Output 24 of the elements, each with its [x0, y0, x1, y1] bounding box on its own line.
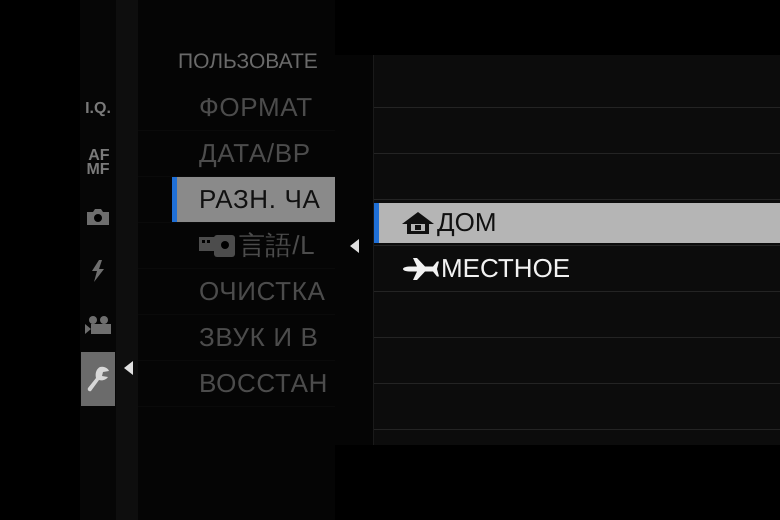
speech-bubbles-icon [199, 234, 235, 256]
category-tab[interactable]: AF MF [81, 136, 115, 190]
category-label: I.Q. [85, 102, 111, 116]
flash-icon [91, 260, 105, 282]
house-icon [401, 210, 435, 234]
category-tab[interactable]: I.Q. [81, 82, 115, 136]
camera-icon [86, 208, 110, 226]
wrench-icon [86, 365, 110, 393]
option-item[interactable]: МЕСТНОЕ [374, 248, 780, 288]
menu-item[interactable]: ФОРМАТ [172, 85, 335, 130]
menu-item[interactable]: ВОССТАН [172, 361, 335, 406]
menu-item[interactable]: ДАТА/ВР [172, 131, 335, 176]
menu-item[interactable]: ЗВУК И В [172, 315, 335, 360]
pointer-triangle-icon [124, 361, 133, 375]
menu-item[interactable]: РАЗН. ЧА [172, 177, 335, 222]
category-tab[interactable] [81, 352, 115, 406]
menu-title: ПОЛЬЗОВАТЕ [178, 48, 318, 74]
airplane-icon [401, 256, 439, 280]
pointer-triangle-icon [350, 239, 358, 253]
option-item[interactable]: ДОМ [374, 202, 780, 242]
movie-camera-icon [84, 315, 112, 335]
menu-item[interactable]: 言語/L [172, 223, 335, 268]
menu-item[interactable]: ОЧИСТКА [172, 269, 335, 314]
category-label: AF MF [86, 149, 110, 177]
